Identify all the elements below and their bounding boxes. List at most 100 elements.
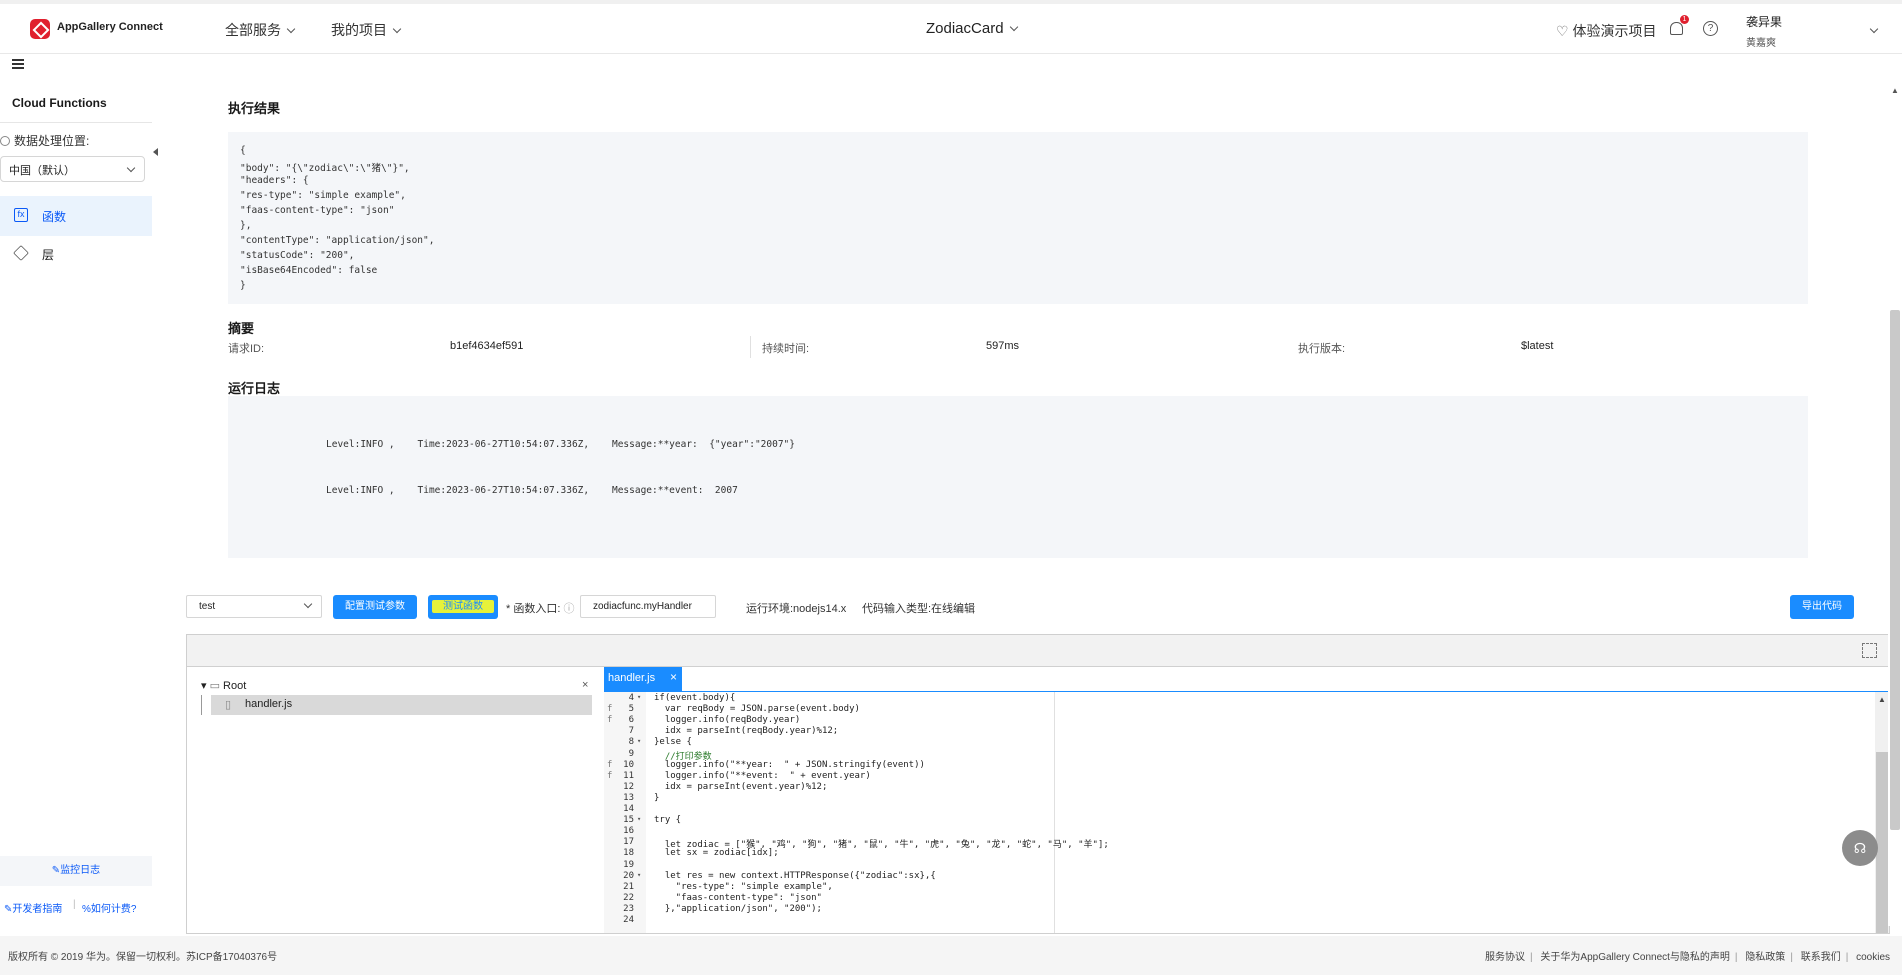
fold-toggle-icon[interactable]: ▾ (637, 693, 641, 701)
location-select[interactable]: 中国（默认） (0, 156, 145, 182)
help-icon[interactable]: ? (1703, 21, 1718, 36)
caret-down-icon: ▾ (201, 680, 210, 692)
footer-link-terms[interactable]: 服务协议 (1485, 952, 1525, 963)
json-line: { (240, 145, 246, 156)
result-title: 执行结果 (228, 101, 281, 116)
tree-file-handler[interactable]: ▯ handler.js (211, 695, 592, 715)
close-icon[interactable]: × (670, 670, 677, 684)
code-line: 8 ▾}else { (604, 737, 1804, 748)
chevron-down-icon (1009, 22, 1018, 32)
monitor-log-link[interactable]: ✎监控日志 (0, 856, 152, 886)
tab-label: handler.js (608, 672, 656, 684)
footer-link-privacy-policy[interactable]: 隐私政策 (1745, 952, 1785, 963)
code-line: 23 },"application/json", "200"); (604, 904, 1804, 915)
scroll-up-icon[interactable]: ▲ (1878, 695, 1886, 704)
json-line: "statusCode": "200", (240, 250, 355, 261)
version-label: 执行版本: (1298, 343, 1346, 355)
divider (750, 336, 751, 358)
chevron-down-icon (126, 163, 136, 173)
code-text: logger.info("**year: " + JSON.stringify(… (654, 759, 925, 770)
location-label-row: 数据处理位置: (0, 132, 89, 149)
test-event-select[interactable]: test (186, 595, 322, 618)
code-line: 24 (604, 915, 1804, 926)
code-text: "faas-content-type": "json" (654, 892, 822, 903)
code-text: } (654, 792, 660, 803)
code-line: 9 //打印参数 (604, 749, 1804, 762)
chevron-down-icon (303, 599, 313, 609)
tab-handler-js[interactable]: handler.js × (604, 667, 682, 691)
footer-links: 服务协议 | 关于华为AppGallery Connect与隐私的声明 | 隐私政策… (1485, 948, 1890, 963)
user-menu-toggle[interactable] (1864, 24, 1879, 38)
fold-toggle-icon[interactable]: ▾ (637, 737, 641, 745)
sidebar-item-functions[interactable]: fx 函数 (0, 196, 152, 236)
sidebar-item-layers[interactable]: 层 (0, 234, 152, 274)
code-text: },"application/json", "200"); (654, 903, 822, 914)
menu-icon[interactable] (12, 59, 24, 69)
code-line: f6 logger.info(reqBody.year) (604, 715, 1804, 726)
appgallery-logo[interactable] (30, 19, 50, 39)
code-line: 18 let sx = zodiac[idx]; (604, 848, 1804, 859)
logs-box: Level:INFO , Time:2023-06-27T10:54:07.33… (228, 396, 1808, 558)
code-line: f 11 logger.info("**event: " + event.year… (604, 771, 1804, 782)
line-number: 10 (623, 759, 634, 770)
editor-scrollbar[interactable]: ▲ (1875, 692, 1889, 933)
line-number: 7 (628, 726, 634, 737)
line-number: 20 (623, 870, 634, 881)
footer-link-contact[interactable]: 联系我们 (1801, 952, 1841, 963)
project-selector[interactable]: ZodiacCard (926, 20, 1018, 37)
brand-name[interactable]: AppGallery Connect (57, 21, 163, 33)
code-line: 21 "res-type": "simple example", (604, 882, 1804, 893)
footer-link-cookies[interactable]: cookies (1856, 952, 1890, 963)
folder-icon: ▭ (209, 680, 224, 692)
line-number: 11 (623, 770, 634, 781)
duration-label: 持续时间: (762, 343, 810, 355)
code-line: 17 let zodiac = ["猴", "鸡", "狗", "猪", "鼠"… (604, 837, 1804, 850)
sidebar-title: Cloud Functions (12, 96, 107, 110)
editor-scroll-thumb[interactable] (1876, 752, 1888, 933)
code-line: 19 (604, 860, 1804, 871)
input-type-label: 代码输入类型:在线编辑 (862, 603, 976, 615)
layers-icon (13, 245, 29, 261)
scroll-up-icon[interactable]: ▲ (1891, 86, 1899, 95)
pricing-link[interactable]: %如何计费? (82, 900, 136, 915)
fold-toggle-icon[interactable]: ▾ (637, 815, 641, 823)
code-area[interactable]: handler.js × 4 ▾ if(event.body){f 5 var reqB… (604, 667, 1889, 933)
sidebar-item-label: 层 (42, 248, 55, 262)
config-test-params-button[interactable]: 配置测试参数 (333, 595, 417, 619)
code-line: 12 idx = parseInt(event.year)%12; (604, 782, 1804, 793)
close-icon[interactable]: × (582, 679, 588, 691)
user-name[interactable]: 袭异果 (1746, 13, 1782, 30)
bell-icon[interactable] (1670, 22, 1683, 35)
line-number: 15 (623, 815, 634, 826)
code-text: let sx = zodiac[idx]; (654, 848, 779, 859)
tree-line (201, 695, 202, 715)
dev-guide-label: 开发者指南 (12, 904, 63, 915)
sidebar-collapse-icon[interactable] (153, 148, 158, 156)
function-entry-input[interactable]: zodiacfunc.myHandler (580, 595, 716, 618)
file-tree: ▾ ▭ Root × ▯ handler.js (187, 667, 603, 933)
footer-link-privacy-statement[interactable]: 关于华为AppGallery Connect与隐私的声明 (1540, 952, 1730, 963)
nav-my-projects[interactable]: 我的项目 (331, 20, 402, 40)
line-number: 13 (623, 792, 634, 803)
json-line: } (240, 280, 246, 291)
sidebar: Cloud Functions 数据处理位置: 中国（默认） fx 函数 层 ✎… (0, 86, 152, 936)
nav-all-services[interactable]: 全部服务 (225, 20, 296, 40)
test-function-label: 测试函数 (443, 601, 483, 612)
chevron-down-icon (1869, 24, 1879, 34)
line-number: 24 (623, 915, 634, 925)
export-code-button[interactable]: 导出代码 (1790, 595, 1854, 619)
json-line: "headers": { (240, 175, 309, 186)
demo-project-link[interactable]: ♡ 体验演示项目 (1556, 21, 1656, 41)
test-function-button[interactable]: 测试函数 (428, 595, 498, 619)
dev-guide-link[interactable]: ✎开发者指南 (4, 900, 62, 915)
code-text: logger.info(reqBody.year) (654, 715, 801, 726)
divider: | (1845, 952, 1849, 963)
fold-toggle-icon[interactable]: ▾ (637, 871, 641, 879)
tree-root[interactable]: ▾ ▭ Root (201, 679, 246, 692)
top-header: AppGallery Connect 全部服务 我的项目 ZodiacCard … (0, 0, 1902, 54)
page-scroll-thumb[interactable] (1890, 310, 1900, 830)
headset-icon[interactable]: ☊ (1842, 830, 1878, 866)
fullscreen-icon[interactable] (1862, 643, 1877, 658)
location-label: 数据处理位置: (14, 134, 90, 148)
json-line: "faas-content-type": "json" (240, 205, 395, 216)
